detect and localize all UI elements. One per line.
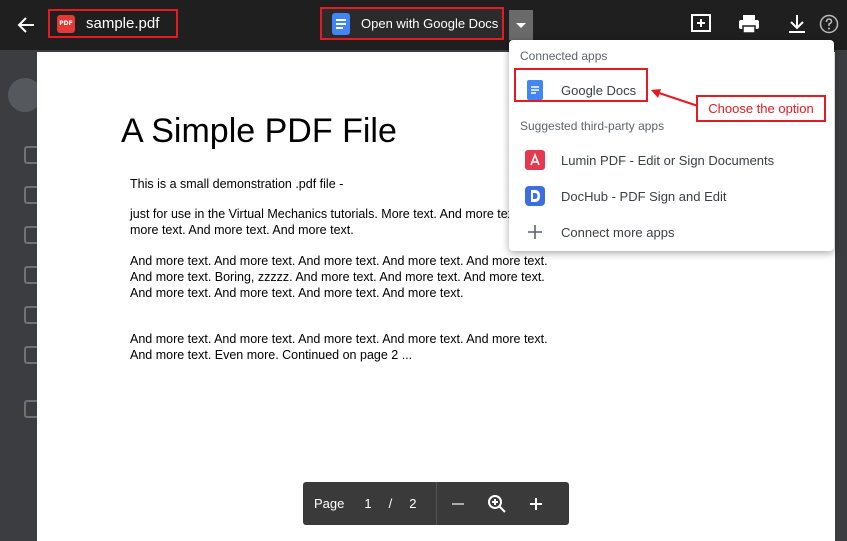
annotation-highlight-box: [514, 68, 648, 102]
document-paragraph: This is a small demonstration .pdf file …: [130, 177, 344, 191]
pdf-file-icon: PDF: [57, 14, 75, 33]
help-button[interactable]: [817, 12, 841, 36]
total-pages: 2: [409, 496, 417, 511]
download-button[interactable]: [785, 12, 809, 36]
help-icon: [819, 14, 839, 34]
file-name: sample.pdf: [86, 15, 160, 32]
lumin-pdf-icon: [525, 150, 545, 170]
page-label: Page: [314, 496, 345, 511]
menu-item-lumin-pdf[interactable]: Lumin PDF - Edit or Sign Documents: [509, 143, 834, 177]
suggested-apps-heading: Suggested third-party apps: [520, 119, 665, 133]
menu-item-connect-more-apps[interactable]: Connect more apps: [509, 215, 834, 249]
open-with-label: Open with Google Docs: [361, 16, 499, 31]
menu-item-label: Lumin PDF - Edit or Sign Documents: [561, 152, 775, 168]
zoom-in-button[interactable]: [520, 488, 552, 520]
menu-item-label: DocHub - PDF Sign and Edit: [561, 188, 727, 204]
menu-item-dochub[interactable]: DocHub - PDF Sign and Edit: [509, 179, 834, 213]
dochub-icon: [525, 186, 545, 206]
chevron-down-icon: [516, 22, 526, 28]
file-name-chip: PDF sample.pdf: [48, 9, 178, 38]
page-controls: Page 1 / 2: [303, 482, 569, 525]
plus-icon: [530, 497, 543, 510]
minus-icon: [452, 502, 465, 505]
connected-apps-heading: Connected apps: [520, 49, 608, 63]
document-paragraph: And more text. And more text. And more t…: [130, 332, 548, 362]
back-button[interactable]: [10, 10, 42, 40]
document-paragraph: just for use in the Virtual Mechanics tu…: [130, 207, 546, 237]
menu-item-label: Connect more apps: [561, 224, 675, 240]
printer-icon: [739, 15, 759, 34]
current-page[interactable]: 1: [364, 496, 371, 511]
open-with-dropdown-toggle[interactable]: [509, 10, 533, 40]
google-docs-icon: [332, 12, 350, 35]
download-icon: [789, 15, 805, 33]
document-paragraph: And more text. And more text. And more t…: [130, 254, 548, 300]
open-with-google-docs-button[interactable]: Open with Google Docs: [320, 7, 504, 40]
add-comment-icon: [691, 14, 711, 32]
add-comment-button[interactable]: [689, 12, 713, 36]
document-title: A Simple PDF File: [121, 112, 397, 150]
zoom-icon: [488, 494, 507, 513]
annotation-callout: Choose the option: [696, 95, 826, 122]
plus-icon: [525, 222, 545, 242]
zoom-out-button[interactable]: [442, 488, 474, 520]
zoom-button[interactable]: [481, 488, 513, 520]
arrow-left-icon: [17, 17, 34, 33]
print-button[interactable]: [737, 12, 761, 36]
annotation-arrow-icon: [651, 89, 699, 107]
divider: [436, 482, 438, 525]
page-separator: /: [388, 496, 393, 511]
